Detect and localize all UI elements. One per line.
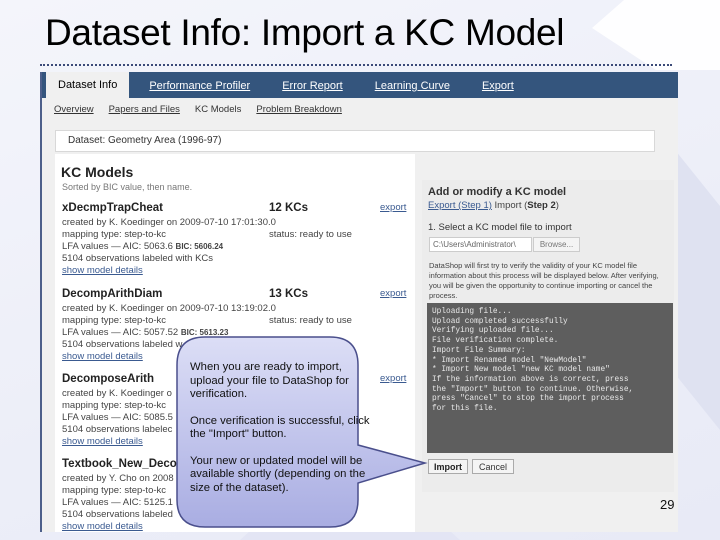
model-lfa-values: LFA values — AIC: 5085.5 xyxy=(62,412,173,423)
model-created: created by K. Koedinger o xyxy=(62,388,172,399)
import-step2-label: Import (Step 2) xyxy=(495,200,559,211)
slide-number: 29 xyxy=(660,497,675,512)
model-mapping-type: mapping type: step-to-kc xyxy=(62,229,167,240)
show-model-details-link[interactable]: show model details xyxy=(62,265,143,276)
console-line: If the information above is correct, pre… xyxy=(432,375,629,384)
model-lfa-values: LFA values — AIC: 5125.1 xyxy=(62,497,173,508)
model-aic: LFA values — AIC: 5057.52 xyxy=(62,327,179,338)
import-panel: Add or modify a KC model Export (Step 1)… xyxy=(422,180,674,492)
console-line: Upload completed successfully xyxy=(432,317,568,326)
tab-performance-profiler[interactable]: Performance Profiler xyxy=(137,74,262,98)
model-observations: 5104 observations labeled with KCs xyxy=(62,253,214,264)
cancel-button[interactable]: Cancel xyxy=(472,459,514,474)
step2-prefix: Import ( xyxy=(494,200,528,211)
callout-paragraph: Your new or updated model will be availa… xyxy=(190,454,366,494)
kc-model-item: xDecmpTrapCheat 12 KCs export created by… xyxy=(62,202,412,284)
console-line: press "Cancel" to stop the import proces… xyxy=(432,395,624,404)
model-name: Textbook_New_Deco xyxy=(62,458,177,470)
file-path-input[interactable]: C:\Users\Administrator\ xyxy=(429,237,532,252)
browse-button[interactable]: Browse... xyxy=(533,237,580,252)
export-step1-link[interactable]: Export (Step 1) xyxy=(428,200,492,211)
model-created: created by K. Koedinger on 2009-07-10 13… xyxy=(62,303,276,314)
model-mapping-type: mapping type: step-to-kc xyxy=(62,400,167,411)
console-line: for this file. xyxy=(432,405,498,414)
export-link[interactable]: export xyxy=(380,202,406,213)
model-mapping-type: mapping type: step-to-kc xyxy=(62,485,167,496)
model-name: DecomposeArith xyxy=(62,373,155,385)
tab-export[interactable]: Export xyxy=(470,74,526,98)
background-decoration xyxy=(675,150,720,430)
callout-text: When you are ready to import, upload you… xyxy=(190,361,370,508)
title-divider xyxy=(40,64,672,66)
subtab-problem-breakdown[interactable]: Problem Breakdown xyxy=(256,104,342,115)
callout-paragraph: Once verification is successful, click t… xyxy=(190,414,370,441)
subtab-kc-models[interactable]: KC Models xyxy=(195,104,241,115)
model-kc-count: 12 KCs xyxy=(269,202,308,214)
kc-models-sort-note: Sorted by BIC value, then name. xyxy=(62,182,193,192)
model-name: DecompArithDiam xyxy=(62,288,163,300)
subtab-papers-and-files[interactable]: Papers and Files xyxy=(109,104,180,115)
model-status: status: ready to use xyxy=(269,315,352,326)
console-line: * Import Renamed model "NewModel" xyxy=(432,356,587,365)
import-panel-title: Add or modify a KC model xyxy=(428,186,567,198)
tab-dataset-info[interactable]: Dataset Info xyxy=(46,72,130,98)
step2-bold: Step 2 xyxy=(527,200,556,211)
model-observations: 5104 observations labeled xyxy=(62,509,173,520)
import-console-output: Uploading file... Upload completed succes… xyxy=(427,303,673,453)
tab-error-report[interactable]: Error Report xyxy=(270,74,355,98)
console-line: the "Import" button to continue. Otherwi… xyxy=(432,385,634,394)
model-kc-count: 13 KCs xyxy=(269,288,308,300)
subtab-overview[interactable]: Overview xyxy=(54,104,94,115)
main-nav: Dataset Info Performance Profiler Error … xyxy=(42,72,678,98)
step2-suffix: ) xyxy=(555,200,559,211)
slide-title: Dataset Info: Import a KC Model xyxy=(45,12,565,53)
show-model-details-link[interactable]: show model details xyxy=(62,521,143,532)
tab-learning-curve[interactable]: Learning Curve xyxy=(363,74,462,98)
import-steps: Export (Step 1) Import (Step 2) xyxy=(428,200,559,211)
show-model-details-link[interactable]: show model details xyxy=(62,351,143,362)
import-info-text: DataShop will first try to verify the va… xyxy=(429,261,659,300)
model-bic: BIC: 5606.24 xyxy=(175,242,224,251)
console-line: Uploading file... xyxy=(432,308,512,316)
model-mapping-type: mapping type: step-to-kc xyxy=(62,315,167,326)
console-line: * Import New model "new KC model name" xyxy=(432,366,610,375)
dataset-label: Dataset: Geometry Area (1996-97) xyxy=(55,130,655,152)
model-status: status: ready to use xyxy=(269,229,352,240)
console-line: Import File Summary: xyxy=(432,346,526,355)
callout-paragraph: When you are ready to import, upload you… xyxy=(190,361,349,400)
sub-nav: Overview Papers and Files KC Models Prob… xyxy=(42,98,678,120)
model-created: created by K. Koedinger on 2009-07-10 17… xyxy=(62,217,276,228)
model-observations: 5104 observations labelec xyxy=(62,424,173,435)
model-created: created by Y. Cho on 2008 xyxy=(62,473,174,484)
model-name: xDecmpTrapCheat xyxy=(62,202,163,214)
console-line: Verifying uploaded file... xyxy=(432,327,554,336)
model-lfa-values: LFA values — AIC: 5063.6 BIC: 5606.24 xyxy=(62,241,223,252)
show-model-details-link[interactable]: show model details xyxy=(62,436,143,447)
model-observations: 5104 observations labeled w xyxy=(62,339,183,350)
select-file-label: 1. Select a KC model file to import xyxy=(428,222,572,233)
export-link[interactable]: export xyxy=(380,288,406,299)
background-decoration xyxy=(592,0,720,70)
console-line: File verification complete. xyxy=(432,337,559,346)
model-aic: LFA values — AIC: 5063.6 xyxy=(62,241,173,252)
kc-models-heading: KC Models xyxy=(61,164,134,180)
